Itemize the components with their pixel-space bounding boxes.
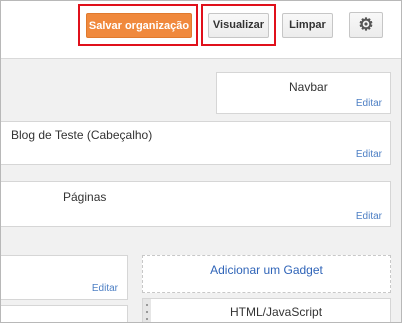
highlight-preview <box>201 4 276 46</box>
pages-gadget[interactable]: Páginas Editar <box>1 181 391 227</box>
main-gadget-2[interactable] <box>1 305 128 322</box>
header-edit-link[interactable]: Editar <box>356 149 382 160</box>
pages-edit-link[interactable]: Editar <box>356 211 382 222</box>
navbar-title: Navbar <box>289 80 328 94</box>
add-gadget-area[interactable]: Adicionar um Gadget <box>142 255 391 293</box>
navbar-gadget[interactable]: Navbar Editar <box>216 72 391 114</box>
html-widget-title: HTML/JavaScript <box>230 305 323 319</box>
navbar-edit-link[interactable]: Editar <box>356 98 382 109</box>
header-gadget[interactable]: Blog de Teste (Cabeçalho) Editar <box>1 121 391 165</box>
drag-handle[interactable] <box>143 299 151 322</box>
header-title: Blog de Teste (Cabeçalho) <box>11 128 153 142</box>
clear-button[interactable]: Limpar <box>282 13 333 38</box>
gear-icon: ⚙ <box>358 15 374 34</box>
layout-editor: Salvar organização Visualizar Limpar ⚙ N… <box>0 0 402 323</box>
pages-title: Páginas <box>63 190 107 204</box>
toolbar: Salvar organização Visualizar Limpar ⚙ <box>1 1 401 59</box>
settings-button[interactable]: ⚙ <box>349 12 383 38</box>
main-gadget[interactable]: Editar <box>1 255 128 300</box>
add-gadget-link[interactable]: Adicionar um Gadget <box>143 263 390 277</box>
main-edit-link[interactable]: Editar <box>92 283 118 294</box>
highlight-save <box>78 4 198 46</box>
html-javascript-gadget[interactable]: HTML/JavaScript <box>142 298 391 322</box>
